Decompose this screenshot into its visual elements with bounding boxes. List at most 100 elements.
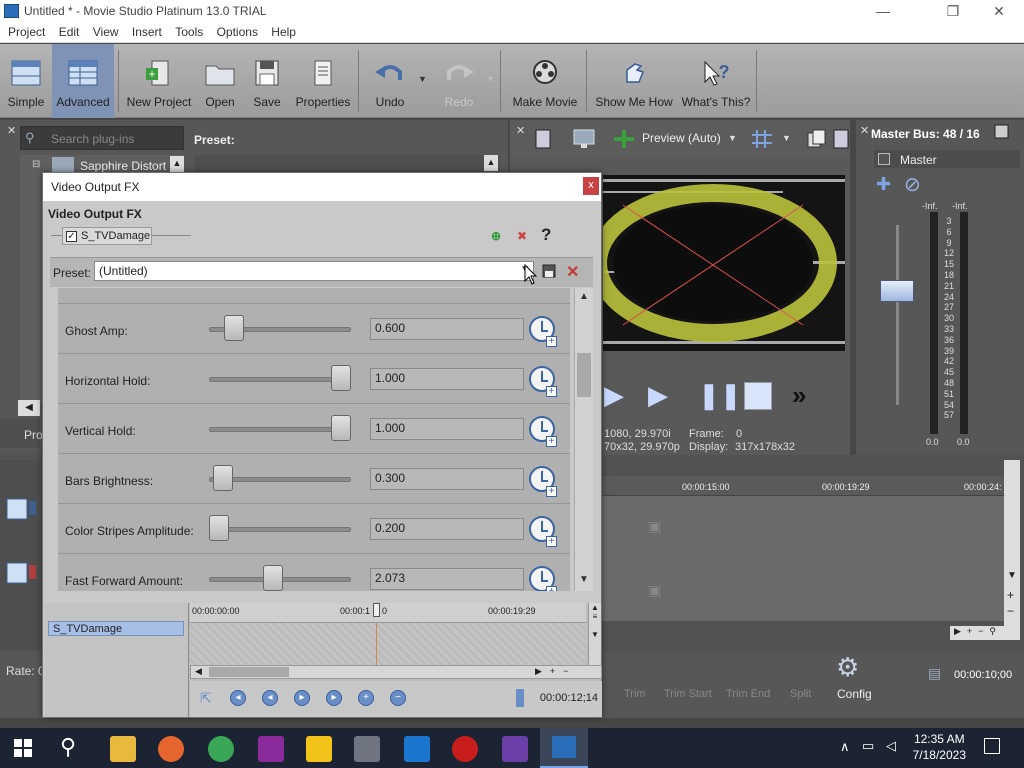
undo-button[interactable]: Undo <box>364 44 416 118</box>
visual-studio-icon[interactable] <box>502 736 528 762</box>
parameter-slider-thumb[interactable] <box>212 465 233 491</box>
master-volume-fader[interactable] <box>880 280 914 302</box>
parameter-slider-thumb[interactable] <box>262 565 283 591</box>
keyframe-vscroll[interactable]: ▲ ≡ ▼ <box>588 603 601 665</box>
chrome-icon[interactable] <box>208 736 234 762</box>
parameter-value-field[interactable]: 0.300 <box>370 468 524 490</box>
preview-close-icon[interactable]: ✕ <box>516 124 525 137</box>
timeline[interactable]: 00:00:15:00 00:00:19:29 00:00:24: ▣ ▣ <box>602 476 1006 621</box>
pause-icon[interactable]: ❚❚ <box>698 380 742 411</box>
parameter-slider-thumb[interactable] <box>331 365 351 391</box>
master-close-icon[interactable]: ✕ <box>860 124 869 137</box>
winrar-icon[interactable] <box>258 736 284 762</box>
whats-this-button[interactable]: ? What's This? <box>680 44 752 118</box>
parameter-slider-track[interactable] <box>209 527 351 532</box>
dialog-close-button[interactable]: x <box>583 177 599 195</box>
parameter-value-field[interactable]: 0.200 <box>370 518 524 540</box>
zoom-controls[interactable]: ▶+− <box>535 666 576 677</box>
tray-chevron-up-icon[interactable]: ∧ <box>840 739 850 755</box>
properties-button[interactable]: Properties <box>292 44 354 118</box>
preset-scroll-up[interactable]: ▲ <box>484 155 498 171</box>
scroll-up-icon[interactable]: ▲ <box>579 291 589 302</box>
add-keyframe-plus-icon[interactable]: + <box>546 386 557 397</box>
menu-help[interactable]: Help <box>263 23 296 39</box>
mixer-properties-icon[interactable] <box>994 124 1010 140</box>
help-button[interactable]: ? <box>541 225 551 245</box>
dev-cpp-icon[interactable] <box>452 736 478 762</box>
keyframe-ruler[interactable]: 00:00:00:00 00:00:1 0 00:00:19:29 <box>190 603 586 623</box>
save-preset-icon[interactable] <box>542 264 556 278</box>
add-keyframe-icon[interactable]: + <box>358 690 374 706</box>
preview-properties-icon[interactable] <box>534 128 554 150</box>
movie-studio-task[interactable] <box>540 728 588 768</box>
delete-preset-icon[interactable]: ✕ <box>566 262 579 282</box>
undo-dropdown-icon[interactable]: ▼ <box>418 74 427 84</box>
dialog-title-bar[interactable]: Video Output FX x <box>43 173 601 202</box>
timeline-vscroll[interactable]: ▼ + − <box>1004 460 1020 640</box>
add-keyframe-plus-icon[interactable]: + <box>546 486 557 497</box>
parameter-slider-thumb[interactable] <box>223 315 244 341</box>
monitor-icon[interactable] <box>572 128 596 150</box>
scroll-left-icon[interactable]: ◀ <box>195 666 202 677</box>
fx-chip-s-tvdamage[interactable]: ✓ S_TVDamage <box>62 227 152 245</box>
split-screen-icon[interactable] <box>612 128 636 150</box>
plugin-chain-icon[interactable]: ⊕ <box>491 229 501 243</box>
menu-project[interactable]: Project <box>0 23 45 39</box>
search-icon[interactable]: ⚲ <box>60 734 76 760</box>
volume-icon[interactable]: ◁ <box>886 738 896 754</box>
parameter-value-field[interactable]: 1.000 <box>370 418 524 440</box>
parameter-slider-track[interactable] <box>209 377 351 382</box>
overlay-dropdown-icon[interactable]: ▼ <box>782 133 791 143</box>
sync-cursor-icon[interactable]: ⇱ <box>200 690 212 707</box>
movie-maker-icon[interactable] <box>404 736 430 762</box>
notifications-icon[interactable] <box>984 738 1000 754</box>
save-button[interactable]: Save <box>246 44 288 118</box>
scroll-left-icon[interactable]: ◀ <box>18 400 40 416</box>
menu-view[interactable]: View <box>85 23 119 39</box>
m-app-icon[interactable] <box>306 736 332 762</box>
hscroll-thumb[interactable] <box>209 667 289 677</box>
menu-edit[interactable]: Edit <box>51 23 80 39</box>
remove-plugin-icon[interactable]: ✖ <box>517 229 527 243</box>
system-clock[interactable]: 12:35 AM 7/18/2023 <box>913 731 966 763</box>
file-explorer-icon[interactable] <box>110 736 136 762</box>
preview-dropdown-icon[interactable]: ▼ <box>728 133 737 143</box>
zoom-out-icon[interactable]: − <box>1007 604 1014 618</box>
keyframe-hscroll[interactable]: ◀ ▶+− <box>190 665 602 679</box>
parameter-scrollbar[interactable]: ▲ ▼ <box>574 288 593 591</box>
show-me-how-button[interactable]: Show Me How <box>592 44 676 118</box>
pan-icon[interactable]: ✚ <box>876 174 891 195</box>
stop-icon[interactable] <box>744 382 772 410</box>
keyframe-track-s-tvdamage[interactable]: S_TVDamage <box>48 621 184 636</box>
video-editor-icon[interactable] <box>354 736 380 762</box>
delete-keyframe-icon[interactable]: − <box>390 690 406 706</box>
keyframe-lane[interactable] <box>190 623 586 665</box>
preview-quality-dropdown[interactable]: Preview (Auto) <box>642 131 721 145</box>
first-keyframe-icon[interactable]: ◂ <box>230 690 246 706</box>
pane-close-icon[interactable]: ✕ <box>7 124 16 137</box>
mute-icon[interactable]: ⊘ <box>904 172 921 197</box>
tree-collapse-icon[interactable]: ⊟ <box>32 159 40 170</box>
firefox-icon[interactable] <box>158 736 184 762</box>
audio-track-icon[interactable] <box>6 562 38 586</box>
menu-options[interactable]: Options <box>209 23 258 39</box>
maximize-button[interactable]: ❐ <box>930 1 976 23</box>
copy-snapshot-icon[interactable] <box>806 128 828 150</box>
make-movie-button[interactable]: Make Movie <box>508 44 582 118</box>
last-keyframe-icon[interactable]: ▸ <box>326 690 342 706</box>
windows-start-icon[interactable] <box>14 739 32 757</box>
master-fx-icon[interactable] <box>878 153 890 165</box>
timeline-hscroll-controls[interactable]: ▶+−⚲ <box>950 626 1020 640</box>
scroll-down-icon[interactable]: ▼ <box>579 574 589 585</box>
config-button[interactable]: Config <box>837 687 872 701</box>
save-snapshot-icon[interactable] <box>832 128 850 150</box>
new-project-button[interactable]: + New Project <box>124 44 194 118</box>
menu-insert[interactable]: Insert <box>124 23 162 39</box>
play-icon[interactable]: ▶ <box>648 380 668 411</box>
prev-keyframe-icon[interactable]: ◂ <box>262 690 278 706</box>
minimize-button[interactable]: — <box>860 1 906 23</box>
network-icon[interactable]: ▭ <box>862 738 874 754</box>
config-gear-icon[interactable]: ⚙ <box>836 652 859 683</box>
next-frame-icon[interactable]: » <box>792 380 806 411</box>
project-media-tab[interactable]: Proj <box>0 418 45 448</box>
